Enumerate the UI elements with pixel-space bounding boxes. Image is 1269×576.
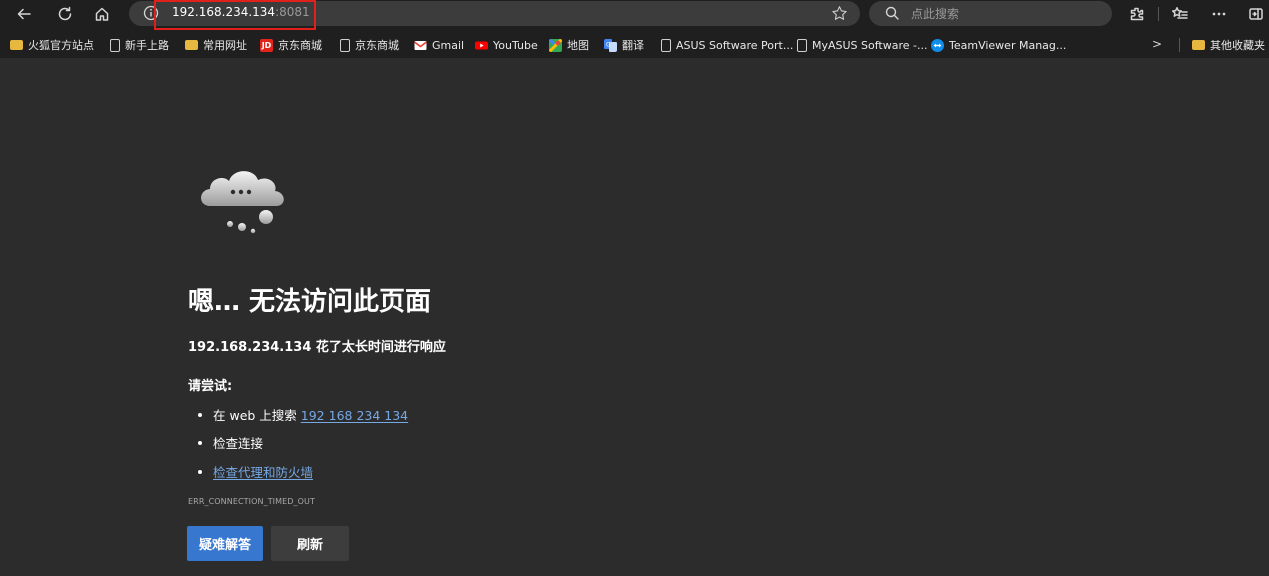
- page-icon: [797, 38, 807, 52]
- try-label: 请尝试:: [188, 379, 233, 394]
- bookmark-item[interactable]: YouTube: [475, 36, 538, 54]
- bookmark-label: 火狐官方站点: [28, 39, 94, 52]
- search-placeholder: 点此搜索: [911, 7, 960, 21]
- page-icon: [340, 38, 350, 52]
- bookmark-label: ASUS Software Port...: [676, 38, 794, 52]
- check-proxy-link[interactable]: 检查代理和防火墙: [213, 465, 313, 480]
- bookmark-label: 京东商城: [278, 39, 322, 52]
- bookmark-item[interactable]: 常用网址: [185, 36, 247, 54]
- bookmark-label: 新手上路: [125, 39, 169, 52]
- jd-icon: JD: [260, 38, 273, 52]
- browser-toolbar: 192.168.234.134:8081 点此搜索: [0, 0, 1269, 30]
- teamviewer-icon: [931, 38, 944, 52]
- sidebar-icon[interactable]: [1244, 2, 1268, 26]
- back-arrow-icon[interactable]: [12, 2, 36, 26]
- bullet: [198, 412, 202, 417]
- error-title: 嗯… 无法访问此页面: [188, 287, 432, 317]
- bookmark-label: 常用网址: [203, 39, 247, 52]
- bullet: [198, 440, 202, 445]
- bookmark-item[interactable]: 新手上路: [110, 36, 169, 54]
- bookmarks-bar: 火狐官方站点 新手上路 常用网址 JD 京东商城 京东商城 Gmail YouT…: [0, 32, 1269, 57]
- folder-icon: [185, 40, 198, 50]
- bookmark-item[interactable]: 地图: [549, 36, 589, 54]
- error-subtitle: 192.168.234.134 花了太长时间进行响应: [188, 340, 446, 355]
- toolbar-divider: [1158, 7, 1159, 21]
- home-icon[interactable]: [90, 2, 114, 26]
- bookmark-item[interactable]: Gmail: [414, 36, 464, 54]
- bookmark-item[interactable]: ASUS Software Port...: [661, 36, 793, 54]
- svg-text:G: G: [606, 41, 611, 48]
- troubleshoot-button[interactable]: 疑难解答: [187, 526, 263, 561]
- suggestion-search-prefix: 在 web 上搜索: [213, 408, 301, 423]
- refresh-button[interactable]: 刷新: [271, 526, 349, 561]
- error-code: ERR_CONNECTION_TIMED_OUT: [188, 497, 315, 506]
- bookmark-label: 翻译: [622, 39, 644, 52]
- page-icon: [661, 38, 671, 52]
- chevron-right-icon[interactable]: >: [1152, 37, 1162, 51]
- search-web-link[interactable]: 192 168 234 134: [301, 408, 408, 423]
- search-icon: [885, 6, 899, 20]
- gmail-icon: [414, 40, 427, 50]
- bookmark-label: TeamViewer Manag...: [949, 38, 1067, 52]
- other-favorites-folder[interactable]: 其他收藏夹: [1192, 36, 1265, 54]
- bookmark-item[interactable]: G 翻译: [604, 36, 644, 54]
- bookmark-label: Gmail: [432, 38, 465, 52]
- cloud-error-icon: [201, 171, 284, 234]
- bookmark-item[interactable]: MyASUS Software -...: [797, 36, 927, 54]
- bookmark-item[interactable]: 火狐官方站点: [10, 36, 94, 54]
- bookmark-item[interactable]: TeamViewer Manag...: [931, 36, 1066, 54]
- bookmarks-divider: [1179, 38, 1180, 52]
- suggestion-check-connection: 检查连接: [198, 433, 263, 452]
- favorites-icon[interactable]: [1168, 2, 1192, 26]
- bookmark-item[interactable]: 京东商城: [340, 36, 399, 54]
- bookmark-label: 地图: [567, 39, 589, 52]
- maps-icon: [549, 38, 562, 52]
- suggestion-search: 在 web 上搜索 192 168 234 134: [198, 405, 408, 424]
- translate-icon: G: [604, 38, 617, 52]
- bookmark-label: 其他收藏夹: [1210, 39, 1265, 52]
- bullet: [198, 469, 202, 474]
- bookmark-label: MyASUS Software -...: [812, 38, 928, 52]
- check-connection-text: 检查连接: [213, 436, 264, 451]
- favorite-star-icon[interactable]: [831, 5, 848, 22]
- refresh-icon[interactable]: [53, 2, 77, 26]
- extensions-icon[interactable]: [1125, 2, 1149, 26]
- highlight-annotation-box: [154, 0, 316, 30]
- folder-icon: [1192, 40, 1205, 50]
- bookmark-item[interactable]: JD 京东商城: [260, 36, 322, 54]
- more-icon[interactable]: [1207, 2, 1231, 26]
- folder-icon: [10, 40, 23, 50]
- search-box[interactable]: 点此搜索: [869, 1, 1112, 26]
- page-icon: [110, 38, 120, 52]
- suggestion-check-proxy: 检查代理和防火墙: [198, 462, 313, 481]
- bookmark-label: 京东商城: [355, 39, 399, 52]
- youtube-icon: [475, 41, 488, 49]
- bookmark-label: YouTube: [493, 38, 538, 52]
